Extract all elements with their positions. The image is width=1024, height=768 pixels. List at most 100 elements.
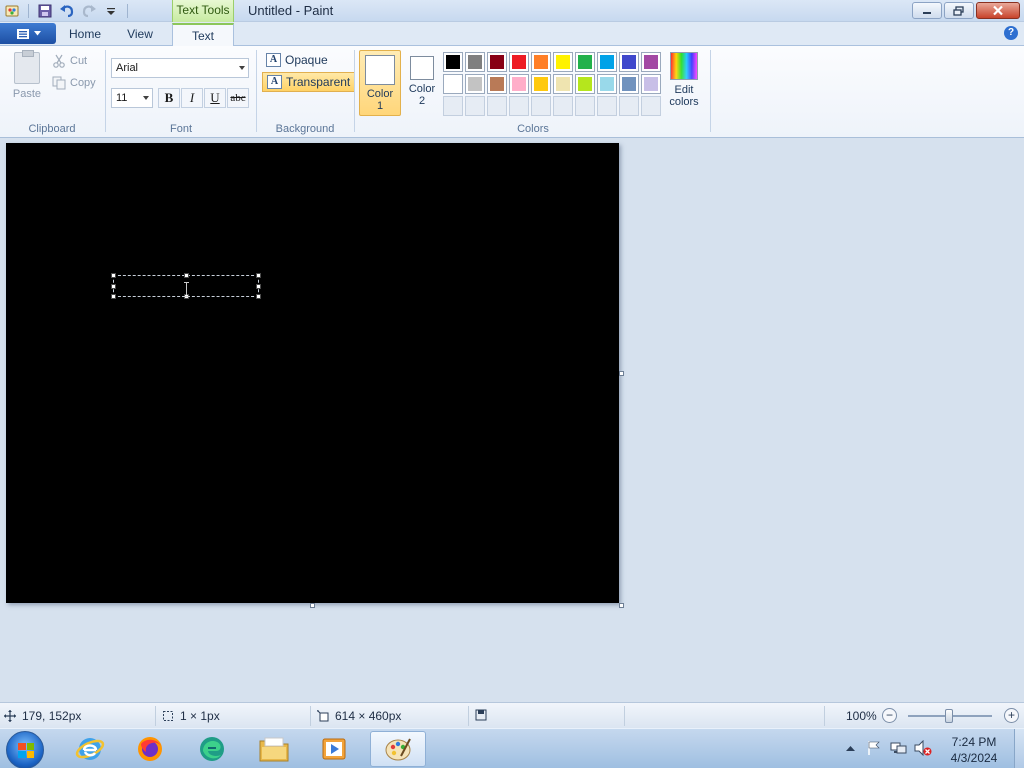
palette-swatch-custom-empty[interactable] <box>619 96 639 116</box>
palette-swatch[interactable] <box>487 52 507 72</box>
canvas-resize-handle-bottom[interactable] <box>310 603 315 608</box>
palette-swatch[interactable] <box>465 52 485 72</box>
palette-swatch[interactable] <box>619 52 639 72</box>
tab-home[interactable]: Home <box>60 23 110 46</box>
palette-swatch[interactable] <box>619 74 639 94</box>
palette-swatch-custom-empty[interactable] <box>465 96 485 116</box>
resize-handle[interactable] <box>184 273 189 278</box>
canvas-resize-handle-corner[interactable] <box>619 603 624 608</box>
start-button[interactable] <box>6 731 44 768</box>
opaque-button[interactable]: A Opaque <box>262 50 332 70</box>
edge-taskbar-button[interactable] <box>184 731 240 767</box>
palette-swatch[interactable] <box>575 52 595 72</box>
transparent-button[interactable]: A Transparent <box>262 72 356 92</box>
resize-handle[interactable] <box>256 294 261 299</box>
file-explorer-taskbar-button[interactable] <box>246 731 302 767</box>
palette-swatch[interactable] <box>597 74 617 94</box>
palette-swatch[interactable] <box>641 74 661 94</box>
clock[interactable]: 7:24 PM 4/3/2024 <box>948 734 1000 766</box>
palette-swatch[interactable] <box>509 74 529 94</box>
palette-swatch[interactable] <box>597 52 617 72</box>
palette-swatch-custom-empty[interactable] <box>487 96 507 116</box>
text-input-box[interactable] <box>111 273 261 299</box>
font-size-dropdown[interactable]: 11 <box>111 88 153 108</box>
paint-menu-button[interactable] <box>0 23 56 44</box>
show-hidden-icons-icon[interactable] <box>846 745 855 752</box>
palette-swatch[interactable] <box>553 52 573 72</box>
transparent-icon: A <box>267 75 282 89</box>
opaque-label: Opaque <box>285 53 328 67</box>
zoom-in-button[interactable]: + <box>1004 708 1019 723</box>
palette-swatch[interactable] <box>531 74 551 94</box>
palette-swatch[interactable] <box>531 52 551 72</box>
volume-muted-icon[interactable] <box>914 740 932 756</box>
copy-button[interactable]: Copy <box>52 76 96 90</box>
zoom-out-button[interactable]: − <box>882 708 897 723</box>
palette-swatch-custom-empty[interactable] <box>575 96 595 116</box>
undo-icon[interactable] <box>57 2 77 20</box>
palette-swatch[interactable] <box>641 52 661 72</box>
paint-taskbar-button[interactable] <box>370 731 426 767</box>
minimize-button[interactable] <box>912 2 942 19</box>
resize-handle[interactable] <box>111 273 116 278</box>
cut-button[interactable]: Cut <box>52 54 87 68</box>
internet-explorer-taskbar-button[interactable] <box>62 731 118 767</box>
palette-swatch-custom-empty[interactable] <box>641 96 661 116</box>
palette-swatch[interactable] <box>443 74 463 94</box>
palette-swatch-custom-empty[interactable] <box>531 96 551 116</box>
color1-button[interactable]: Color 1 <box>359 50 401 116</box>
firefox-taskbar-button[interactable] <box>122 731 178 767</box>
selection-size: 1 × 1px <box>162 709 220 723</box>
paint-app-icon[interactable] <box>2 2 22 20</box>
bold-button[interactable]: B <box>158 88 180 108</box>
quick-access-toolbar <box>2 2 132 20</box>
zoom-level: 100% <box>846 709 877 723</box>
resize-handle[interactable] <box>256 273 261 278</box>
italic-button[interactable]: I <box>181 88 203 108</box>
resize-handle[interactable] <box>111 284 116 289</box>
palette-swatch[interactable] <box>509 52 529 72</box>
palette-swatch[interactable] <box>443 52 463 72</box>
color1-label-line2: 1 <box>376 100 384 112</box>
clock-date: 4/3/2024 <box>950 751 998 765</box>
paste-button[interactable]: Paste <box>8 50 46 100</box>
palette-swatch-custom-empty[interactable] <box>553 96 573 116</box>
cut-label: Cut <box>70 55 88 67</box>
background-group-label: Background <box>275 123 335 135</box>
strikethrough-button[interactable]: abc <box>227 88 249 108</box>
restore-button[interactable] <box>944 2 974 19</box>
palette-swatch-custom-empty[interactable] <box>509 96 529 116</box>
close-button[interactable] <box>976 2 1020 19</box>
customize-qat-icon[interactable] <box>101 2 121 20</box>
palette-swatch[interactable] <box>553 74 573 94</box>
tab-view[interactable]: View <box>118 23 162 46</box>
palette-swatch[interactable] <box>487 74 507 94</box>
help-icon[interactable]: ? <box>1004 26 1018 40</box>
palette-swatch-custom-empty[interactable] <box>443 96 463 116</box>
tab-text[interactable]: Text <box>172 23 234 47</box>
window-controls <box>912 2 1020 19</box>
palette-swatch-custom-empty[interactable] <box>597 96 617 116</box>
network-icon[interactable] <box>890 740 908 756</box>
edit-colors-button[interactable]: Edit colors <box>664 52 704 108</box>
action-center-flag-icon[interactable] <box>866 740 882 756</box>
redo-icon[interactable] <box>79 2 99 20</box>
edge-icon <box>200 737 224 761</box>
resize-handle[interactable] <box>256 284 261 289</box>
color2-button[interactable]: Color 2 <box>401 50 443 116</box>
save-icon[interactable] <box>35 2 55 20</box>
drawing-canvas[interactable] <box>6 143 619 603</box>
color1-swatch <box>365 55 395 85</box>
palette-swatch[interactable] <box>465 74 485 94</box>
disk-icon <box>475 709 487 721</box>
underline-button[interactable]: U <box>204 88 226 108</box>
palette-swatch[interactable] <box>575 74 595 94</box>
zoom-slider-thumb[interactable] <box>945 709 953 723</box>
show-desktop-button[interactable] <box>1014 729 1024 768</box>
selection-size-value: 1 × 1px <box>180 709 220 723</box>
canvas-resize-handle-right[interactable] <box>619 371 624 376</box>
colors-group-label: Colors <box>517 123 549 135</box>
resize-handle[interactable] <box>111 294 116 299</box>
media-player-taskbar-button[interactable] <box>306 731 362 767</box>
font-family-dropdown[interactable]: Arial <box>111 58 249 78</box>
